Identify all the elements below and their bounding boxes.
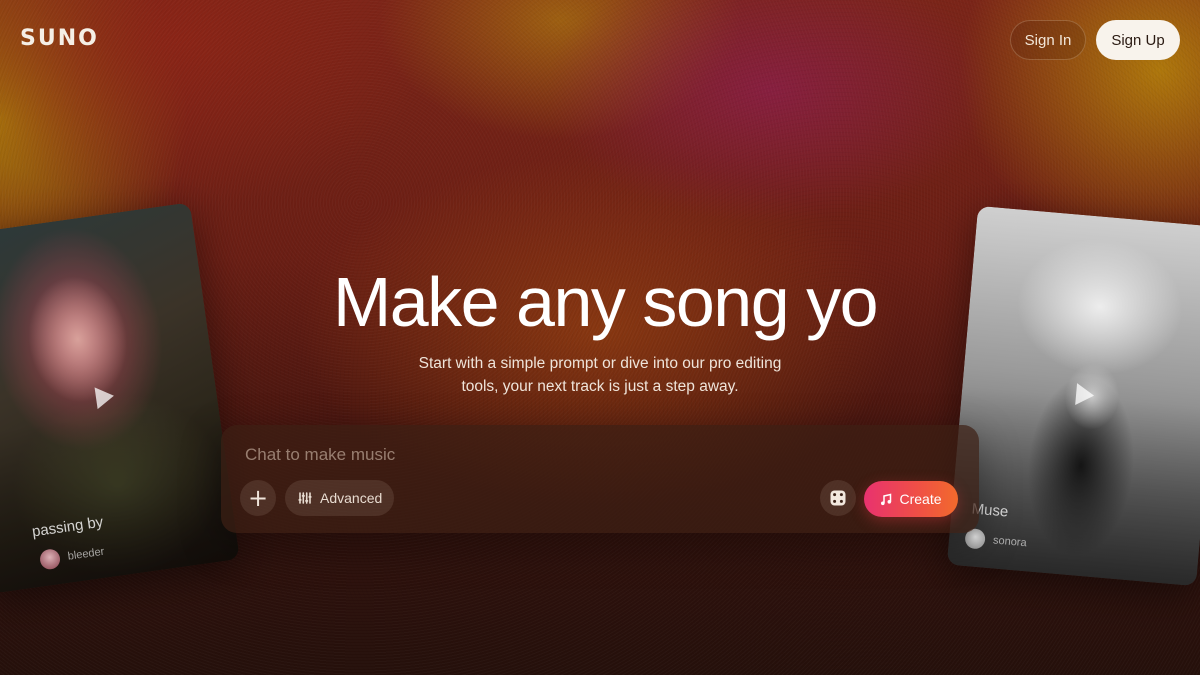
advanced-label: Advanced xyxy=(320,490,383,506)
sign-in-button[interactable]: Sign In xyxy=(1010,20,1086,60)
page: SUNO Sign In Sign Up passing by bleeder … xyxy=(0,0,1200,675)
play-icon[interactable] xyxy=(94,384,116,410)
prompt-composer: + Advanced xyxy=(221,425,979,533)
music-note-icon xyxy=(881,493,892,505)
artist-name: bleeder xyxy=(67,545,106,563)
random-prompt-button[interactable] xyxy=(820,480,856,516)
suno-logo[interactable]: SUNO xyxy=(20,26,99,51)
sign-up-button[interactable]: Sign Up xyxy=(1096,20,1180,60)
prompt-input[interactable] xyxy=(243,443,947,467)
subtitle-line-1: Start with a simple prompt or dive into … xyxy=(418,355,782,372)
create-label: Create xyxy=(899,491,942,507)
hero-subtitle: Start with a simple prompt or dive into … xyxy=(400,352,800,398)
advanced-button[interactable]: Advanced xyxy=(285,480,395,516)
hero-headline: Make any song yo xyxy=(332,263,879,341)
play-icon[interactable] xyxy=(1075,383,1096,407)
dice-icon xyxy=(830,490,846,506)
subtitle-line-2: tools, your next track is just a step aw… xyxy=(461,378,739,395)
create-button[interactable]: Create xyxy=(864,481,958,517)
add-button[interactable]: + xyxy=(240,480,276,516)
auth-buttons: Sign In Sign Up xyxy=(1010,20,1180,60)
avatar xyxy=(38,547,62,571)
plus-icon: + xyxy=(247,484,269,512)
sliders-icon xyxy=(298,492,312,504)
artist-name: sonora xyxy=(992,534,1028,550)
